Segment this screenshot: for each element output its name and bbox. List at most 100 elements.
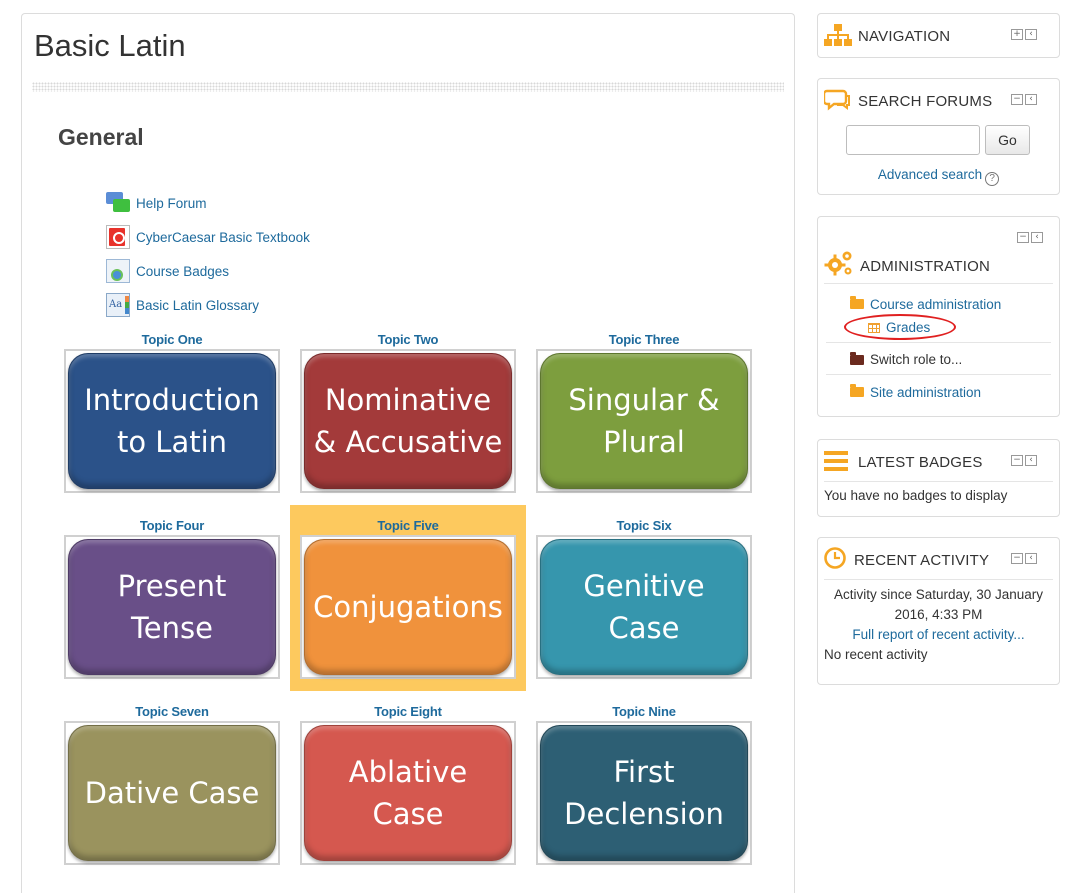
search-forums-block: SEARCH FORUMS − ‹ Go Advanced search? xyxy=(817,78,1060,195)
collapse-icon[interactable]: − xyxy=(1011,455,1023,466)
badges-empty-text: You have no badges to display xyxy=(824,488,1008,503)
activity-link[interactable]: Course Badges xyxy=(136,264,229,279)
search-input[interactable] xyxy=(846,125,980,155)
advanced-search-link[interactable]: Advanced search xyxy=(878,167,982,182)
pdf-icon xyxy=(106,225,130,249)
topic-7[interactable]: Topic Seven Dative Case xyxy=(64,704,280,865)
sitemap-icon xyxy=(824,24,852,46)
dotted-divider xyxy=(32,82,784,92)
page-title: Basic Latin xyxy=(34,28,186,63)
topic-2[interactable]: Topic Two Nominative & Accusative xyxy=(300,332,516,493)
activity-help-forum[interactable]: Help Forum xyxy=(106,186,310,220)
topic-label[interactable]: Topic Six xyxy=(536,518,752,534)
go-button[interactable]: Go xyxy=(985,125,1030,155)
dock-icon[interactable]: ‹ xyxy=(1031,232,1043,243)
block-controls: + ‹ xyxy=(1011,29,1037,40)
glossary-icon: Aa xyxy=(106,293,130,317)
help-icon[interactable]: ? xyxy=(985,172,1000,186)
folder-open-icon xyxy=(850,296,864,309)
clock-icon xyxy=(824,547,846,569)
dock-icon[interactable]: ‹ xyxy=(1025,29,1037,40)
full-report: Full report of recent activity... xyxy=(818,625,1059,645)
topic-3[interactable]: Topic Three Singular & Plural xyxy=(536,332,752,493)
topic-tile[interactable]: Conjugations xyxy=(300,535,516,679)
navigation-block: NAVIGATION + ‹ xyxy=(817,13,1060,58)
section-title: General xyxy=(58,124,144,150)
topic-label[interactable]: Topic Three xyxy=(536,332,752,348)
recent-activity-block: RECENT ACTIVITY − ‹ Activity since Satur… xyxy=(817,537,1060,685)
topic-tile-text: Nominative & Accusative xyxy=(304,353,512,489)
collapse-icon[interactable]: − xyxy=(1011,553,1023,564)
topic-1[interactable]: Topic One Introduction to Latin xyxy=(64,332,280,493)
dock-icon[interactable]: ‹ xyxy=(1025,94,1037,105)
block-title: RECENT ACTIVITY xyxy=(854,552,990,569)
topic-8[interactable]: Topic Eight Ablative Case xyxy=(300,704,516,865)
topic-tile[interactable]: Ablative Case xyxy=(300,721,516,865)
topic-tile[interactable]: Introduction to Latin xyxy=(64,349,280,493)
topic-tile[interactable]: Dative Case xyxy=(64,721,280,865)
topic-tile[interactable]: Nominative & Accusative xyxy=(300,349,516,493)
topic-tile[interactable]: First Declension xyxy=(536,721,752,865)
divider xyxy=(824,283,1053,284)
collapse-icon[interactable]: − xyxy=(1017,232,1029,243)
switch-role-label[interactable]: Switch role to... xyxy=(870,352,962,367)
block-title: SEARCH FORUMS xyxy=(858,93,993,110)
block-title: NAVIGATION xyxy=(858,28,951,45)
topic-6[interactable]: Topic Six Genitive Case xyxy=(536,518,752,679)
activity-glossary[interactable]: Aa Basic Latin Glossary xyxy=(106,288,310,322)
activity-course-badges[interactable]: Course Badges xyxy=(106,254,310,288)
topic-tile-text: Genitive Case xyxy=(540,539,748,675)
topic-tile[interactable]: Genitive Case xyxy=(536,535,752,679)
gears-icon xyxy=(824,251,852,276)
topic-label[interactable]: Topic Five xyxy=(300,518,516,534)
dock-icon[interactable]: ‹ xyxy=(1025,553,1037,564)
course-administration-link[interactable]: Course administration xyxy=(870,297,1001,312)
block-title: LATEST BADGES xyxy=(858,454,983,471)
topic-tile-text: Present Tense xyxy=(68,539,276,675)
topic-tile[interactable]: Singular & Plural xyxy=(536,349,752,493)
topic-tile[interactable]: Present Tense xyxy=(64,535,280,679)
topic-tile-text: Introduction to Latin xyxy=(68,353,276,489)
annotation-ellipse xyxy=(844,314,956,340)
block-header: NAVIGATION + ‹ xyxy=(824,14,1053,58)
activity-since: Activity since Saturday, 30 January 2016… xyxy=(833,587,1044,622)
activity-link[interactable]: Basic Latin Glossary xyxy=(136,298,259,313)
topic-4[interactable]: Topic Four Present Tense xyxy=(64,518,280,679)
full-report-link[interactable]: Full report of recent activity... xyxy=(852,627,1024,642)
block-header: RECENT ACTIVITY − ‹ xyxy=(824,538,1053,580)
site-administration-row[interactable]: Site administration xyxy=(826,377,1051,407)
no-recent-activity: No recent activity xyxy=(824,647,928,662)
topic-label[interactable]: Topic Nine xyxy=(536,704,752,720)
topic-label[interactable]: Topic Eight xyxy=(300,704,516,720)
block-header: SEARCH FORUMS − ‹ xyxy=(824,79,1053,123)
topic-label[interactable]: Topic Four xyxy=(64,518,280,534)
collapse-icon[interactable]: − xyxy=(1011,94,1023,105)
topic-label[interactable]: Topic Seven xyxy=(64,704,280,720)
block-controls: − ‹ xyxy=(1017,232,1043,243)
block-controls: − ‹ xyxy=(1011,455,1037,466)
latest-badges-block: LATEST BADGES − ‹ You have no badges to … xyxy=(817,439,1060,517)
folder-icon xyxy=(850,384,864,397)
block-controls: − ‹ xyxy=(1011,553,1037,564)
dock-icon[interactable]: ‹ xyxy=(1025,455,1037,466)
activity-textbook[interactable]: CyberCaesar Basic Textbook xyxy=(106,220,310,254)
topic-5[interactable]: Topic Five Conjugations xyxy=(300,518,516,679)
advanced-search: Advanced search? xyxy=(818,167,1059,186)
block-title: ADMINISTRATION xyxy=(860,258,991,275)
topic-label[interactable]: Topic One xyxy=(64,332,280,348)
activity-link[interactable]: CyberCaesar Basic Textbook xyxy=(136,230,310,245)
topic-9[interactable]: Topic Nine First Declension xyxy=(536,704,752,865)
badge-icon xyxy=(106,259,130,283)
folder-icon xyxy=(850,351,864,365)
activity-link[interactable]: Help Forum xyxy=(136,196,207,211)
topic-tile-text: Ablative Case xyxy=(304,725,512,861)
site-administration-link[interactable]: Site administration xyxy=(870,385,981,400)
switch-role-row[interactable]: Switch role to... xyxy=(826,345,1051,375)
block-controls: − ‹ xyxy=(1011,94,1037,105)
topic-label[interactable]: Topic Two xyxy=(300,332,516,348)
topic-tile-text: Dative Case xyxy=(68,725,276,861)
administration-block: − ‹ ADMINISTRATION Course administration… xyxy=(817,216,1060,417)
topic-tile-text: Conjugations xyxy=(304,539,512,675)
expand-icon[interactable]: + xyxy=(1011,29,1023,40)
block-header: LATEST BADGES − ‹ xyxy=(824,440,1053,482)
